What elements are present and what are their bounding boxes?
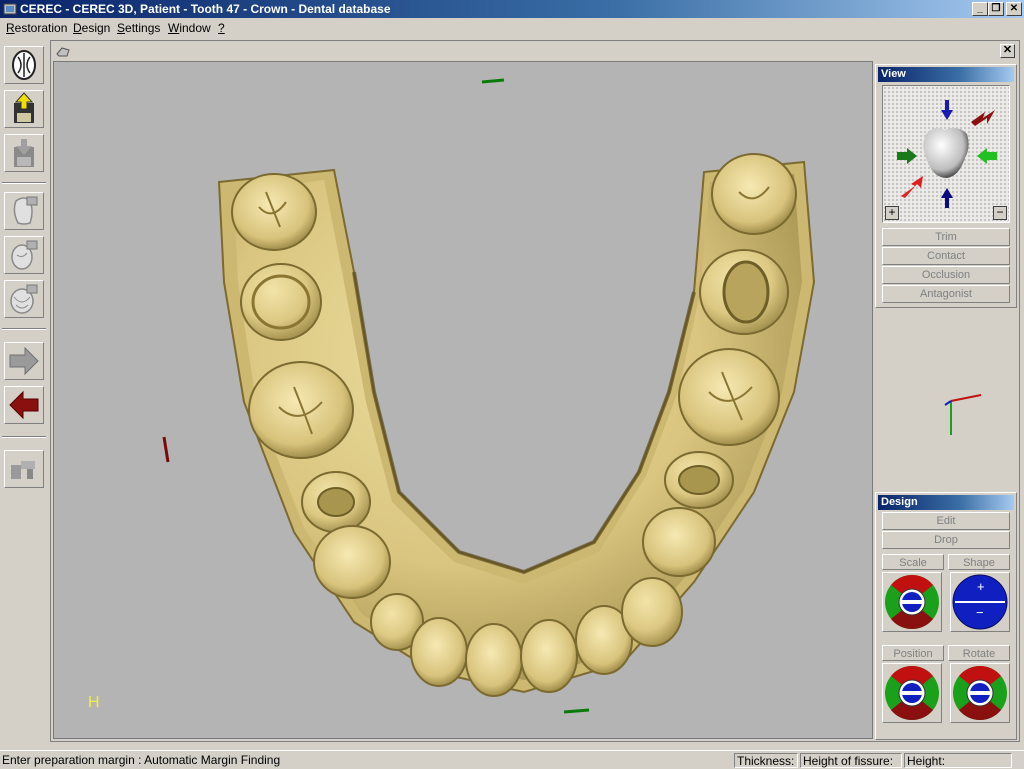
zoom-in-button[interactable]: + xyxy=(885,206,899,220)
design-panel: Design Edit Drop Scale Shape + − Positio… xyxy=(875,492,1017,740)
jaw-model xyxy=(162,78,816,714)
save-button[interactable] xyxy=(4,134,44,172)
trim-button[interactable]: Trim xyxy=(882,228,1010,246)
toolbar-separator xyxy=(2,328,46,330)
shape-dial[interactable]: + − xyxy=(950,572,1010,632)
shape-minus: − xyxy=(976,605,984,620)
position-dial[interactable] xyxy=(882,663,942,723)
next-arrow-icon xyxy=(9,346,39,376)
load-button[interactable] xyxy=(4,90,44,128)
zoom-out-button[interactable]: − xyxy=(993,206,1007,220)
rotate-dial-icon xyxy=(953,665,1007,721)
left-toolbar xyxy=(0,40,48,743)
close-button[interactable]: ✕ xyxy=(1006,2,1022,16)
menu-restoration[interactable]: Restoration xyxy=(6,21,67,35)
position-label: Position xyxy=(882,645,944,661)
status-bar: Enter preparation margin : Automatic Mar… xyxy=(0,750,1024,769)
status-thickness: Thickness: xyxy=(734,753,798,768)
scale-label: Scale xyxy=(882,554,944,570)
rotate-label: Rotate xyxy=(948,645,1010,661)
view-panel-title: View xyxy=(878,67,1014,82)
jaw-icon xyxy=(12,50,36,80)
window-titlebar: CEREC - CEREC 3D, Patient - Tooth 47 - C… xyxy=(0,0,1024,18)
minimize-button[interactable]: _ xyxy=(972,2,988,16)
status-prompt: Enter preparation margin : Automatic Mar… xyxy=(2,753,281,767)
design-panel-title: Design xyxy=(878,495,1014,510)
scan-antagonist-icon xyxy=(11,240,38,270)
toolbar-separator xyxy=(2,436,46,438)
drop-button[interactable]: Drop xyxy=(882,531,1010,549)
app-icon xyxy=(3,3,17,15)
back-button[interactable] xyxy=(4,386,44,424)
menu-design[interactable]: Design xyxy=(73,21,110,35)
edit-button[interactable]: Edit xyxy=(882,512,1010,530)
shape-label: Shape xyxy=(948,554,1010,570)
model-window-close-button[interactable]: ✕ xyxy=(1000,44,1015,58)
back-arrow-icon xyxy=(9,390,39,420)
orientation-arrows xyxy=(897,100,997,208)
status-height: Height: xyxy=(904,753,1012,768)
window-title: CEREC - CEREC 3D, Patient - Tooth 47 - C… xyxy=(20,2,391,16)
viewport-corner-mark: H xyxy=(88,694,100,711)
antagonist-button[interactable]: Antagonist xyxy=(882,285,1010,303)
model-window-icon xyxy=(56,47,70,57)
view-orientation-control[interactable]: + − xyxy=(882,85,1010,223)
menu-help[interactable]: ? xyxy=(218,21,225,35)
scale-dial-icon xyxy=(885,574,939,630)
toolbar-separator xyxy=(2,182,46,184)
view-panel: View + − Trim Contact Occlusion Antagoni… xyxy=(875,64,1017,308)
axes-indicator-icon xyxy=(944,394,982,435)
model-window-titlebar: ✕ xyxy=(51,41,1019,61)
mill-button[interactable] xyxy=(4,450,44,488)
jaw-button[interactable] xyxy=(4,46,44,84)
scale-dial[interactable] xyxy=(882,572,942,632)
menu-settings[interactable]: Settings xyxy=(117,21,160,35)
scan-tooth-icon xyxy=(13,196,38,225)
contact-button[interactable]: Contact xyxy=(882,247,1010,265)
scan-antagonist-button[interactable] xyxy=(4,236,44,274)
save-icon xyxy=(14,139,34,167)
scan-buccal-button[interactable] xyxy=(4,280,44,318)
status-fissure-height: Height of fissure: xyxy=(800,753,902,768)
menu-window[interactable]: Window xyxy=(168,21,211,35)
3d-viewport[interactable]: H xyxy=(53,61,873,739)
rotate-dial[interactable] xyxy=(950,663,1010,723)
next-button[interactable] xyxy=(4,342,44,380)
maximize-button[interactable]: ❐ xyxy=(988,2,1004,16)
position-dial-icon xyxy=(885,665,939,721)
shape-plus: + xyxy=(977,579,985,594)
menu-bar: Restoration Design Settings Window ? xyxy=(0,18,1024,38)
load-icon xyxy=(14,92,34,123)
scan-tooth-button[interactable] xyxy=(4,192,44,230)
scan-buccal-icon xyxy=(10,284,38,314)
occlusion-button[interactable]: Occlusion xyxy=(882,266,1010,284)
mill-icon xyxy=(11,461,35,479)
